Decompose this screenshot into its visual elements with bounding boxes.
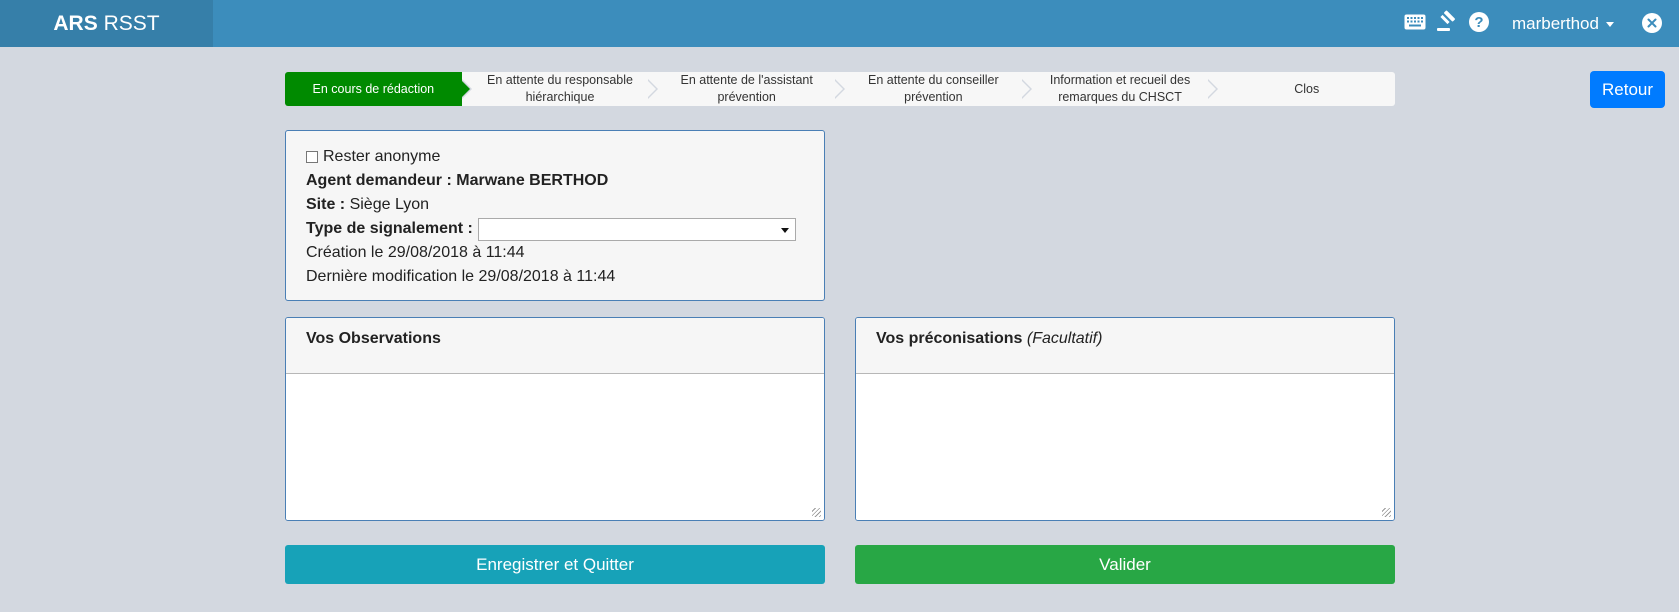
workflow-step-clos: Clos xyxy=(1208,72,1396,106)
workflow-step-responsable: En attente du responsable hiérarchique xyxy=(461,72,658,106)
brand-bold: ARS xyxy=(53,12,98,35)
app-brand[interactable]: ARS RSST xyxy=(0,0,213,47)
workflow-step-conseiller: En attente du conseiller prévention xyxy=(835,72,1032,106)
modification-date: Dernière modification le 29/08/2018 à 11… xyxy=(306,268,616,285)
observations-title: Vos Observations xyxy=(306,330,441,347)
brand-rest: RSST xyxy=(103,12,160,35)
agent-label: Agent demandeur : xyxy=(306,172,452,189)
site-label: Site : xyxy=(306,196,346,213)
step-label: En attente du conseiller prévention xyxy=(868,73,999,104)
workflow-stepper: En cours de rédaction En attente du resp… xyxy=(285,72,1396,106)
user-menu[interactable]: marberthod xyxy=(1512,0,1614,47)
preconisations-header: Vos préconisations (Facultatif) xyxy=(856,318,1394,374)
workflow-step-redaction: En cours de rédaction xyxy=(285,72,472,106)
gavel-icon[interactable] xyxy=(1433,8,1461,36)
workflow-step-assistant: En attente de l'assistant prévention xyxy=(648,72,845,106)
anonymous-label[interactable]: Rester anonyme xyxy=(323,145,440,169)
step-label: En cours de rédaction xyxy=(312,81,435,96)
anonymous-checkbox[interactable] xyxy=(306,151,318,163)
agent-row: Agent demandeur : Marwane BERTHOD xyxy=(306,169,804,193)
preconisations-textarea[interactable] xyxy=(856,374,1394,520)
step-label: En attente du responsable hiérarchique xyxy=(487,73,633,104)
resize-grip-icon[interactable] xyxy=(812,508,821,517)
validate-button[interactable]: Valider xyxy=(855,545,1395,584)
type-label: Type de signalement : xyxy=(306,220,473,237)
chevron-down-icon xyxy=(1605,22,1614,28)
observations-header: Vos Observations xyxy=(286,318,824,374)
report-info-panel: Rester anonyme Agent demandeur : Marwane… xyxy=(285,130,825,301)
svg-text:?: ? xyxy=(1474,14,1483,31)
top-navbar: ARS RSST ? marberthod xyxy=(0,0,1679,47)
observations-panel: Vos Observations xyxy=(285,317,825,521)
observations-textarea[interactable] xyxy=(286,374,824,520)
step-label: Clos xyxy=(1294,81,1320,96)
preconisations-panel: Vos préconisations (Facultatif) xyxy=(855,317,1395,521)
user-name: marberthod xyxy=(1512,14,1599,33)
preconisations-title: Vos préconisations xyxy=(876,330,1023,347)
agent-value: Marwane BERTHOD xyxy=(456,172,609,189)
type-signalement-select[interactable] xyxy=(477,217,796,241)
keyboard-icon[interactable] xyxy=(1401,8,1429,36)
site-row: Site : Siège Lyon xyxy=(306,193,804,217)
retour-button[interactable]: Retour xyxy=(1590,71,1665,108)
resize-grip-icon[interactable] xyxy=(1382,508,1391,517)
step-label: En attente de l'assistant prévention xyxy=(680,73,813,104)
preconisations-optional: (Facultatif) xyxy=(1026,330,1103,347)
help-icon[interactable]: ? xyxy=(1465,8,1493,36)
step-label: Information et recueil des remarques du … xyxy=(1049,73,1191,104)
type-row: Type de signalement : xyxy=(306,217,804,241)
close-icon[interactable] xyxy=(1642,13,1662,33)
save-quit-button[interactable]: Enregistrer et Quitter xyxy=(285,545,825,584)
anonymous-row: Rester anonyme xyxy=(306,145,804,169)
workflow-step-chsct: Information et recueil des remarques du … xyxy=(1021,72,1219,106)
creation-date: Création le 29/08/2018 à 11:44 xyxy=(306,244,525,261)
site-value: Siège Lyon xyxy=(349,196,430,213)
chevron-down-icon xyxy=(780,227,789,233)
